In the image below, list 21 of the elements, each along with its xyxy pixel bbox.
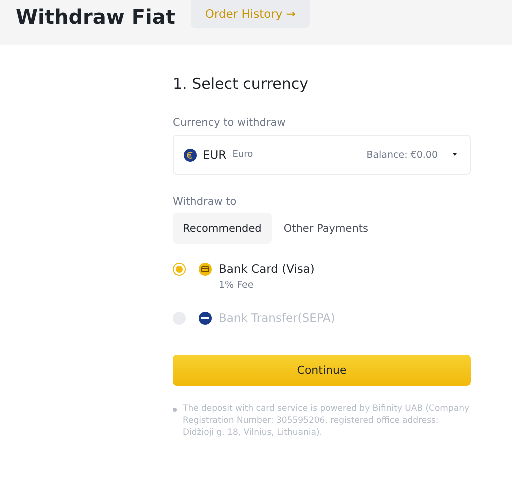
method-name: Bank Transfer(SEPA) (219, 311, 336, 325)
euro-coin-icon (184, 148, 197, 162)
card-icon (199, 262, 212, 276)
bullet-icon (173, 408, 177, 412)
withdraw-to-label: Withdraw to (173, 196, 238, 208)
method-tab[interactable]: Recommended (173, 213, 272, 244)
method-tab[interactable]: Other Payments (274, 213, 378, 244)
step-title: 1. Select currency (173, 75, 310, 93)
continue-button[interactable]: Continue (173, 355, 471, 386)
currency-name: Euro (232, 150, 254, 160)
caret-icon (450, 152, 460, 158)
currency-code: EUR (203, 148, 227, 162)
note-text: The deposit with card service is powered by Bifinity UAB (Company Registration Number: 305595206, registered office address: Didžioji g. 18, Vilnius, Lithuania). (183, 403, 470, 439)
method-name: Bank Card (Visa) (219, 262, 316, 276)
page-title: Withdraw Fiat (16, 5, 176, 29)
fee-text: 1% Fee (219, 280, 255, 291)
sepa-icon (199, 312, 212, 324)
radio-button[interactable] (173, 262, 186, 276)
balance-text: Balance: €0.00 (366, 150, 438, 160)
currency-label: Currency to withdraw (173, 117, 287, 129)
currency-select[interactable]: EUR Euro Balance: €0.00 (173, 135, 471, 175)
